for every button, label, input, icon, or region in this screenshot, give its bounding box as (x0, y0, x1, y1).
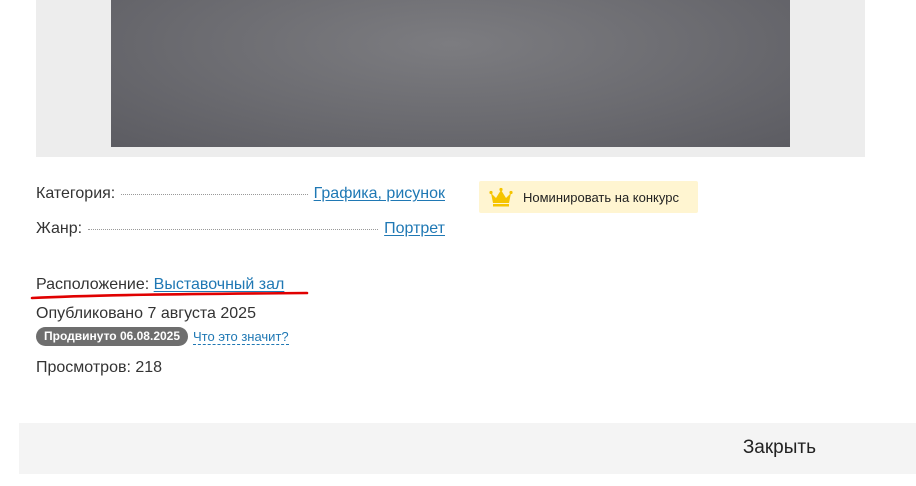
category-link[interactable]: Графика, рисунок (314, 184, 445, 204)
published-date: Опубликовано 7 августа 2025 (36, 305, 256, 322)
crown-icon (489, 187, 513, 207)
nominate-button[interactable]: Номинировать на конкурс (479, 181, 698, 213)
nominate-label: Номинировать на конкурс (523, 189, 679, 205)
genre-label: Жанр: (36, 220, 83, 237)
views-count: Просмотров: 218 (36, 359, 163, 376)
artwork-frame (36, 0, 865, 157)
close-button[interactable]: Закрыть (743, 436, 816, 460)
category-row: Категория: Графика, рисунок (36, 184, 445, 204)
promotion-row: Продвинуто 06.08.2025 Что это значит? (36, 327, 289, 346)
promoted-badge: Продвинуто 06.08.2025 (36, 327, 189, 346)
dotted-leader (121, 194, 308, 195)
dotted-leader (88, 229, 379, 230)
genre-link[interactable]: Портрет (384, 219, 445, 239)
genre-row: Жанр: Портрет (36, 219, 445, 239)
category-label: Категория: (36, 185, 116, 202)
modal-footer: Закрыть (19, 423, 916, 474)
artwork-image[interactable] (111, 0, 790, 147)
promotion-help-link[interactable]: Что это значит? (193, 329, 289, 345)
annotation-underline (30, 291, 309, 300)
